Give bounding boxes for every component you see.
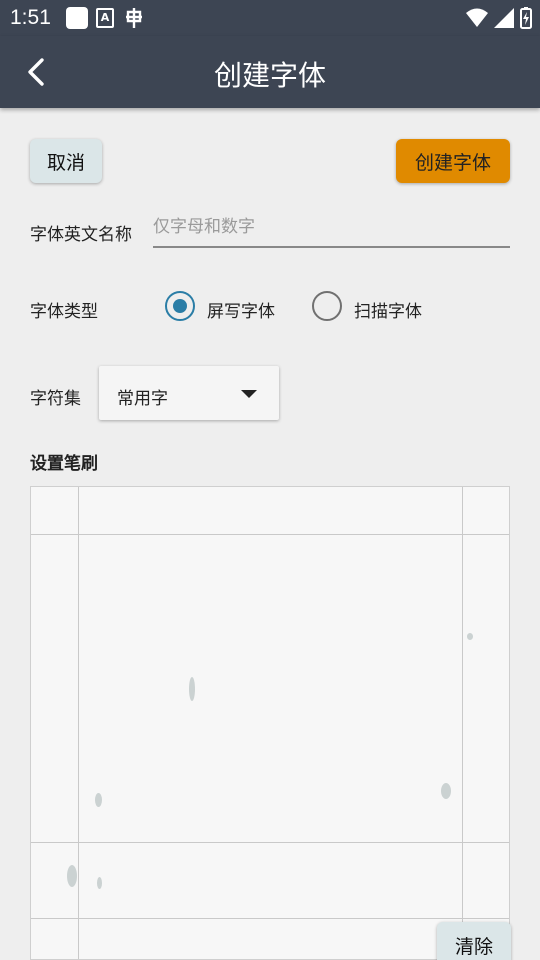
- brush-section-heading: 设置笔刷: [30, 454, 98, 474]
- paper-texture: [97, 877, 102, 889]
- app-bar: 创建字体: [0, 36, 540, 108]
- create-font-button[interactable]: 创建字体: [396, 139, 510, 183]
- font-name-label: 字体英文名称: [30, 225, 132, 245]
- status-bar: 1:51 A: [0, 0, 540, 36]
- paper-texture: [467, 633, 473, 640]
- font-type-label: 字体类型: [30, 302, 98, 322]
- paper-texture: [189, 677, 195, 701]
- clear-button[interactable]: 清除: [437, 922, 511, 960]
- grid-line-vertical: [78, 487, 79, 959]
- notification-square-icon: [66, 7, 88, 29]
- paper-texture: [95, 793, 102, 807]
- wifi-icon: [466, 8, 488, 27]
- radio-scan-font[interactable]: [312, 291, 342, 321]
- signal-icon: [494, 8, 514, 28]
- grid-line-horizontal: [31, 842, 509, 843]
- drawing-canvas[interactable]: [30, 486, 510, 960]
- keyboard-icon: A: [96, 8, 114, 28]
- grid-line-vertical: [462, 487, 463, 959]
- charset-label: 字符集: [30, 389, 81, 409]
- font-name-input[interactable]: [153, 208, 510, 248]
- charset-selected-value: 常用字: [117, 389, 168, 409]
- radio-handwrite-font[interactable]: [165, 291, 195, 321]
- paper-texture: [441, 783, 451, 799]
- grid-line-horizontal: [31, 918, 509, 919]
- debug-icon: [126, 8, 142, 28]
- radio-handwrite-label[interactable]: 屏写字体: [207, 297, 275, 322]
- dropdown-caret-icon: [241, 390, 257, 398]
- page-title: 创建字体: [213, 59, 326, 92]
- battery-icon: [520, 7, 532, 29]
- charset-dropdown[interactable]: 常用字: [99, 366, 279, 420]
- radio-scan-label[interactable]: 扫描字体: [354, 297, 422, 322]
- status-time: 1:51: [10, 6, 51, 29]
- paper-texture: [67, 865, 77, 887]
- cancel-button[interactable]: 取消: [30, 139, 102, 183]
- grid-line-horizontal: [31, 534, 509, 535]
